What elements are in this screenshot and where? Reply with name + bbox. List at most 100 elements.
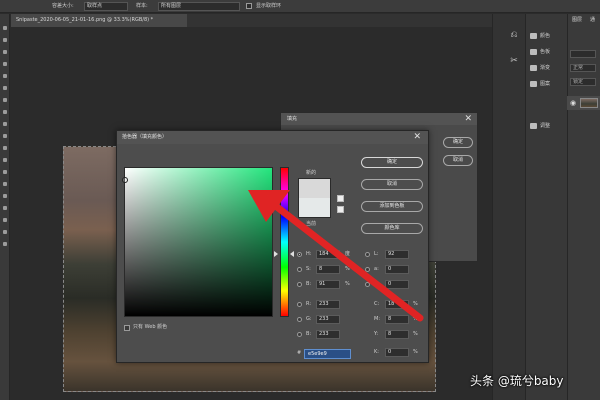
input-y[interactable]: 8: [385, 330, 409, 339]
tab-channels[interactable]: 通: [590, 16, 595, 23]
hue-slider[interactable]: [280, 167, 289, 317]
history-brush-icon[interactable]: [3, 134, 7, 138]
radio-rgb-b[interactable]: [297, 332, 302, 337]
label-s: S:: [306, 266, 311, 272]
hue-slider-left-handle[interactable]: [274, 251, 278, 257]
layer-row[interactable]: ◉: [567, 96, 600, 110]
label-r: R:: [306, 301, 312, 307]
radio-g[interactable]: [297, 317, 302, 322]
watermark: 头条 @琉兮baby: [470, 374, 564, 388]
hex-input[interactable]: e5e9e9: [304, 349, 351, 359]
input-lab-b[interactable]: 0: [385, 280, 409, 289]
blur-tool-icon[interactable]: [3, 170, 7, 174]
unit-h: 度: [345, 251, 351, 257]
panel-item-swatches[interactable]: 色板: [530, 48, 550, 57]
tools-panel: [0, 14, 10, 400]
history-icon[interactable]: ⎌: [508, 30, 520, 40]
adjustments-panel-icon: [530, 122, 537, 129]
blend-mode-dropdown[interactable]: 正常: [570, 64, 596, 72]
lock-row: 锁定: [570, 78, 596, 86]
sample-dropdown[interactable]: 所有图层: [158, 2, 240, 11]
input-a[interactable]: 0: [385, 265, 409, 274]
fill-ok-button[interactable]: 确定: [443, 137, 473, 148]
label-l: L:: [374, 251, 379, 257]
radio-s[interactable]: [297, 267, 302, 272]
label-k: K:: [374, 349, 379, 355]
shape-tool-icon[interactable]: [3, 230, 7, 234]
label-b: B:: [306, 281, 312, 287]
healing-tool-icon[interactable]: [3, 98, 7, 102]
close-icon[interactable]: ✕: [464, 113, 472, 125]
tools-options-icon[interactable]: ✂: [508, 56, 520, 66]
radio-a[interactable]: [365, 267, 370, 272]
eye-icon[interactable]: ◉: [570, 99, 576, 107]
input-rgb-b[interactable]: 233: [316, 330, 340, 339]
sample-label: 样本:: [136, 3, 148, 9]
radio-h[interactable]: [297, 252, 302, 257]
label-g: G:: [306, 316, 312, 322]
unit-k: %: [413, 349, 418, 355]
color-field[interactable]: [122, 167, 273, 317]
quick-select-tool-icon[interactable]: [3, 62, 7, 66]
fill-cancel-button[interactable]: 取消: [443, 155, 473, 166]
type-tool-icon[interactable]: [3, 206, 7, 210]
add-to-swatches-button[interactable]: 添加到色板: [361, 201, 423, 212]
pen-tool-icon[interactable]: [3, 194, 7, 198]
show-ring-checkbox[interactable]: [246, 3, 252, 9]
panel-item-patterns[interactable]: 图案: [530, 80, 550, 89]
path-select-tool-icon[interactable]: [3, 218, 7, 222]
lasso-tool-icon[interactable]: [3, 50, 7, 54]
panel-item-color[interactable]: 颜色: [530, 32, 550, 41]
layer-filter-field[interactable]: [570, 50, 596, 58]
color-libraries-button[interactable]: 颜色库: [361, 223, 423, 234]
panel-item-adjustments[interactable]: 调整: [530, 122, 550, 131]
label-lab-b: b:: [374, 281, 379, 287]
web-colors-label: 只有 Web 颜色: [133, 324, 168, 330]
unit-y: %: [413, 331, 418, 337]
radio-r[interactable]: [297, 302, 302, 307]
input-s[interactable]: 8: [316, 265, 340, 274]
input-g[interactable]: 233: [316, 315, 340, 324]
hand-tool-icon[interactable]: [3, 242, 7, 246]
swatches-panel-icon: [530, 48, 537, 55]
panel-item-gradients[interactable]: 渐变: [530, 64, 550, 73]
input-r[interactable]: 233: [316, 300, 340, 309]
dodge-tool-icon[interactable]: [3, 182, 7, 186]
stamp-tool-icon[interactable]: [3, 122, 7, 126]
input-l[interactable]: 92: [385, 250, 409, 259]
input-k[interactable]: 0: [385, 348, 409, 357]
new-color-swatch: [298, 178, 331, 198]
radio-b[interactable]: [297, 282, 302, 287]
close-icon[interactable]: ✕: [413, 131, 421, 144]
input-h[interactable]: 184: [316, 250, 340, 259]
eraser-tool-icon[interactable]: [3, 146, 7, 150]
web-colors-checkbox[interactable]: [124, 325, 130, 331]
label-h: H:: [306, 251, 312, 257]
input-c[interactable]: 18: [385, 300, 409, 309]
brush-tool-icon[interactable]: [3, 110, 7, 114]
crop-tool-icon[interactable]: [3, 74, 7, 78]
move-tool-icon[interactable]: [3, 26, 7, 30]
eyedropper-tool-icon[interactable]: [3, 86, 7, 90]
web-safe-icon[interactable]: [337, 206, 344, 213]
color-panel-icon: [530, 32, 537, 39]
cancel-button[interactable]: 取消: [361, 179, 423, 190]
color-field-marker[interactable]: [122, 177, 128, 183]
radio-lab-b[interactable]: [365, 282, 370, 287]
ok-button[interactable]: 确定: [361, 157, 423, 168]
marquee-tool-icon[interactable]: [3, 38, 7, 42]
gradient-tool-icon[interactable]: [3, 158, 7, 162]
tolerance-dropdown[interactable]: 取样点: [84, 2, 128, 11]
hue-slider-right-handle[interactable]: [290, 251, 294, 257]
current-color-swatch[interactable]: [298, 198, 331, 218]
document-tab[interactable]: Snipaste_2020-06-05_21-01-16.png @ 33.3%…: [11, 14, 187, 27]
tab-layers[interactable]: 图层: [572, 16, 582, 23]
label-a: a:: [374, 266, 379, 272]
radio-l[interactable]: [365, 252, 370, 257]
unit-c: %: [413, 301, 418, 307]
out-of-gamut-icon[interactable]: [337, 195, 344, 202]
input-m[interactable]: 8: [385, 315, 409, 324]
gradients-panel-icon: [530, 64, 537, 71]
fill-dialog-title: 填充: [281, 113, 477, 125]
input-b[interactable]: 91: [316, 280, 340, 289]
